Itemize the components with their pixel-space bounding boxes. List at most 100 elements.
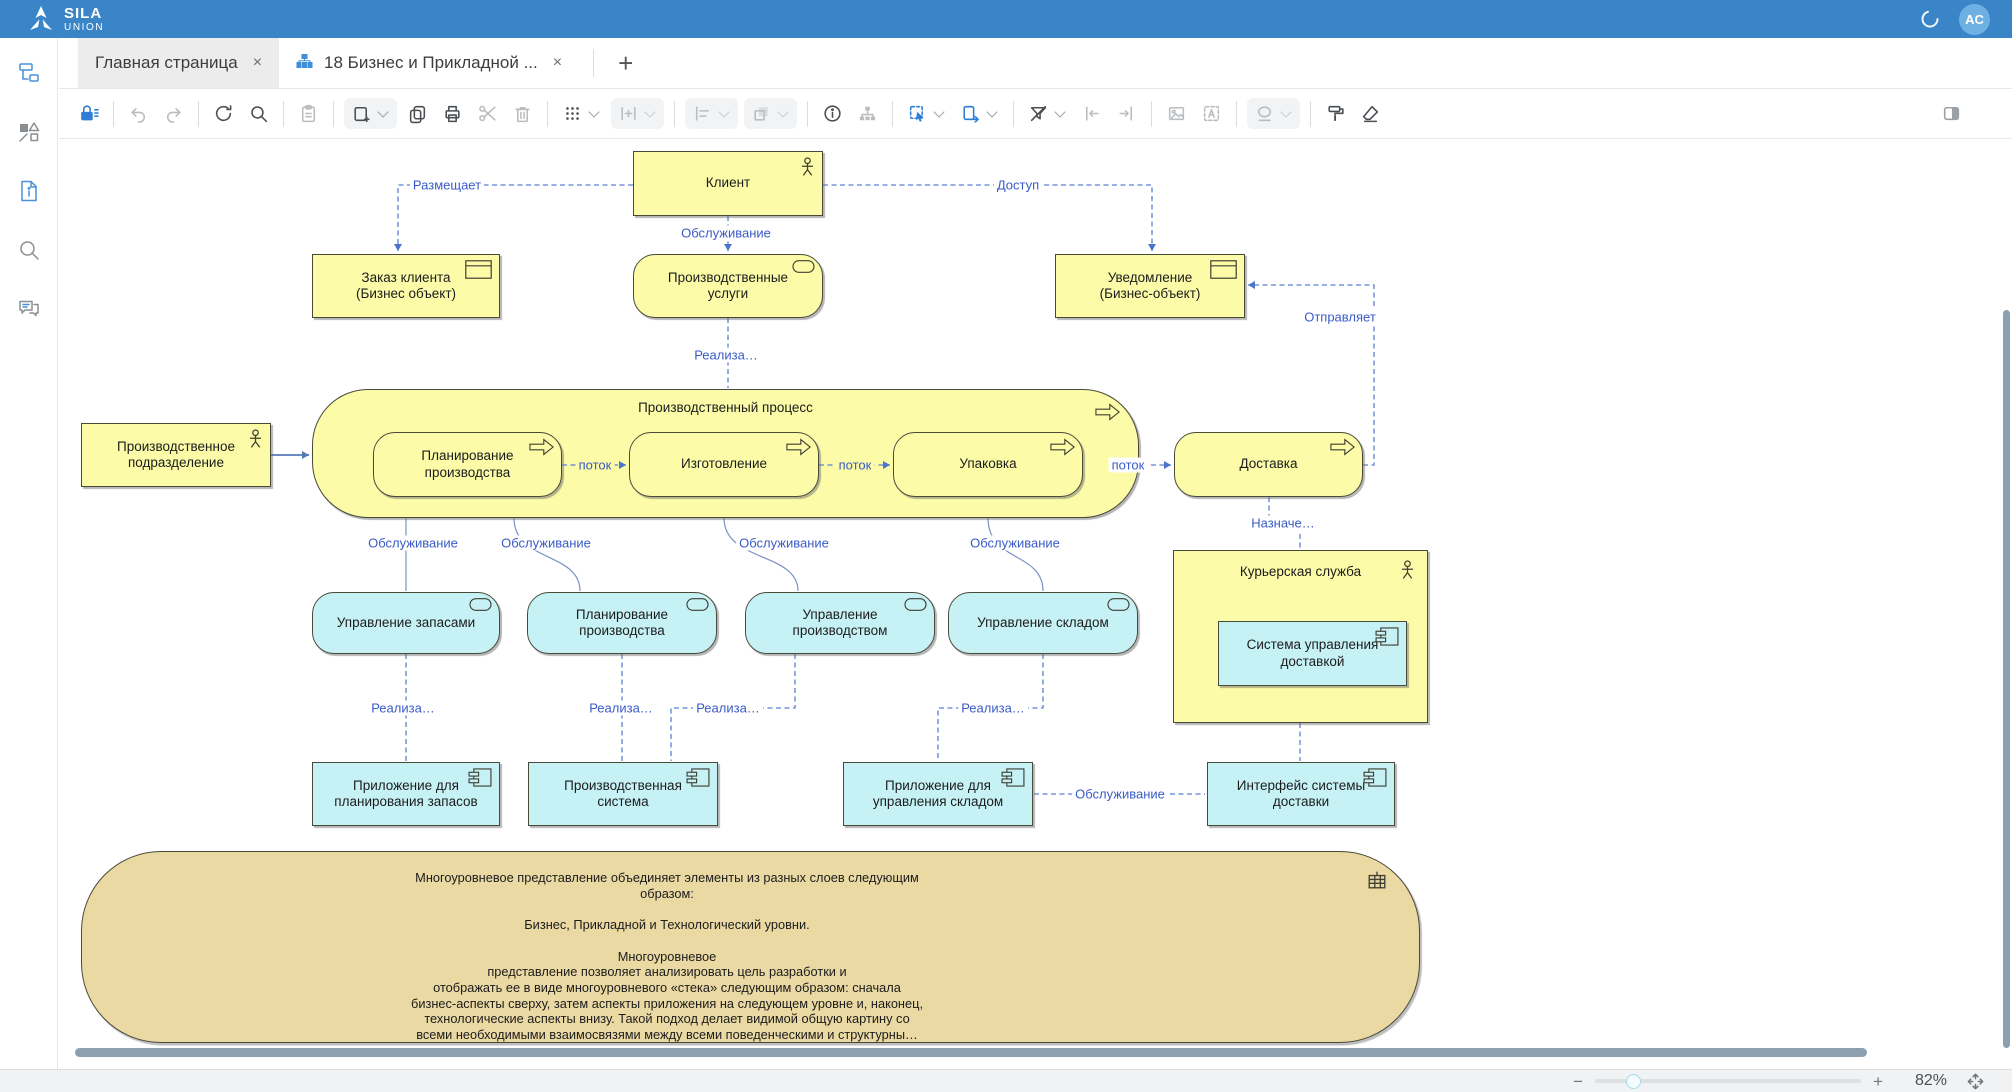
node-planirovanie-proizvodstva-process[interactable]: Планированиепроизводства [373,432,562,497]
node-upravlenie-zapasami[interactable]: Управление запасами [312,592,500,654]
eraser-button[interactable] [1356,99,1385,128]
image-button[interactable] [1162,99,1191,128]
image-icon [1166,103,1187,124]
chevron-down-icon [718,106,729,117]
node-label: Курьерская служба [1174,564,1427,580]
text-frame-button[interactable] [1197,99,1226,128]
node-upravlenie-proizvodstvom[interactable]: Управлениепроизводством [745,592,935,654]
search-button[interactable] [244,99,273,128]
cut-button[interactable] [473,99,502,128]
duplicate-button[interactable] [956,99,1003,128]
sidebar-shapes-icon[interactable] [16,119,42,145]
align-button[interactable] [685,98,738,129]
spinner-icon[interactable] [1919,8,1941,30]
print-button[interactable] [438,99,467,128]
tab-2[interactable]: 18 Бизнес и Прикладной ...× [279,38,579,88]
spacing-button[interactable] [611,98,664,129]
add-shape-button[interactable] [344,98,397,129]
select-button[interactable] [903,99,950,128]
info-button[interactable] [818,99,847,128]
duplicate-icon [960,103,981,124]
paste-button[interactable] [294,99,323,128]
connection-label: Размещает [410,178,484,193]
toolbar-divider [113,101,114,127]
node-prilozhenie-dlya-upravleniya-skladom[interactable]: Приложение дляуправления складом [843,762,1033,826]
zoom-in-button[interactable]: + [1873,1073,1883,1090]
zoom-slider-thumb[interactable] [1626,1074,1641,1089]
filter-off-button[interactable] [1024,99,1071,128]
paint-roller-button[interactable] [1321,99,1350,128]
trash-button[interactable] [508,99,537,128]
spacing-icon [618,103,639,124]
refresh-button[interactable] [209,99,238,128]
new-tab-button[interactable]: + [594,38,657,88]
connection-label: Реализа… [693,701,763,716]
eraser-icon [1360,103,1381,124]
copy-button[interactable] [403,99,432,128]
tab-close-icon[interactable]: × [553,54,562,72]
zoom-out-button[interactable]: − [1573,1073,1583,1090]
layers-button[interactable] [744,98,797,129]
connection-label: Реализа… [958,701,1028,716]
collapse-left-button[interactable] [1077,99,1106,128]
toolbar-divider [1236,101,1237,127]
undo-button[interactable] [124,99,153,128]
zoom-slider[interactable] [1595,1079,1861,1083]
sidebar-search-icon[interactable] [16,237,42,263]
fit-to-screen-icon[interactable] [1965,1071,1986,1092]
node-zakaz-klienta[interactable]: Заказ клиента(Бизнес объект) [312,254,500,318]
redo-button[interactable] [159,99,188,128]
brand-line1: SILA [64,6,104,21]
node-planirovanie-proizvodstva-app[interactable]: Планированиепроизводства [527,592,717,654]
toolbar-divider [807,101,808,127]
collapse-right-button[interactable] [1112,99,1141,128]
chevron-down-icon [1054,106,1065,117]
node-proizvodstvennye-uslugi[interactable]: Производственныеуслуги [633,254,823,318]
tab-1[interactable]: Главная страница× [78,38,279,88]
tab-close-icon[interactable]: × [253,54,262,72]
avatar[interactable]: AC [1959,4,1990,35]
service-icon [904,598,927,611]
node-klient[interactable]: Клиент [633,151,823,216]
sidebar-document-info-icon[interactable] [16,178,42,204]
logo-mark-icon [26,4,56,34]
node-proizvodstvennoe-podrazdelenie[interactable]: Производственноеподразделение [81,423,271,487]
chevron-down-icon [644,106,655,117]
copy-icon [407,103,428,124]
hierarchy-button[interactable] [853,99,882,128]
node-sistema-upravleniya-dostavkoj[interactable]: Система управлениядоставкой [1218,621,1407,686]
node-interfejs-sistemy-dostavki[interactable]: Интерфейс системыдоставки [1207,762,1395,826]
lock-button[interactable] [74,99,103,128]
paint-roller-icon [1325,103,1346,124]
actor-icon [800,157,815,177]
note-multilevel-description[interactable]: Многоуровневое представление объединяет … [81,851,1420,1043]
vertical-scrollbar[interactable] [2003,310,2010,1048]
node-izgotovlenie[interactable]: Изготовление [629,432,819,497]
bobject-icon [465,260,492,279]
node-upakovka[interactable]: Упаковка [893,432,1083,497]
sidebar-model-tree-icon[interactable] [16,60,42,86]
panel-toggle-button[interactable] [1937,99,1966,128]
node-dostavka[interactable]: Доставка [1174,432,1363,497]
sidebar-comments-icon[interactable] [16,296,42,322]
node-proizvodstvennaya-sistema[interactable]: Производственнаясистема [528,762,718,826]
filter-off-icon [1028,103,1049,124]
trash-icon [512,103,533,124]
connection-label: Назначе… [1248,516,1318,531]
chevron-down-icon [986,106,997,117]
ellipse-button[interactable] [1247,98,1300,129]
node-label: Интерфейс системыдоставки [1237,778,1365,811]
node-prilozhenie-dlya-planirovaniya-zapasov[interactable]: Приложение дляпланирования запасов [312,762,500,826]
chevron-down-icon [1280,106,1291,117]
node-upravlenie-skladom[interactable]: Управление складом [948,592,1138,654]
connection-label: поток [576,458,615,473]
connection-label: поток [836,458,875,473]
toolbar-divider [1151,101,1152,127]
component-icon [1375,627,1399,646]
app-header: SILA UNION AC [0,0,2012,38]
connection-label: Доступ [994,178,1042,193]
node-uvedomlenie[interactable]: Уведомление(Бизнес-объект) [1055,254,1245,318]
process-icon [786,438,811,456]
dots-grid-button[interactable] [558,99,605,128]
horizontal-scrollbar[interactable] [75,1048,1867,1057]
